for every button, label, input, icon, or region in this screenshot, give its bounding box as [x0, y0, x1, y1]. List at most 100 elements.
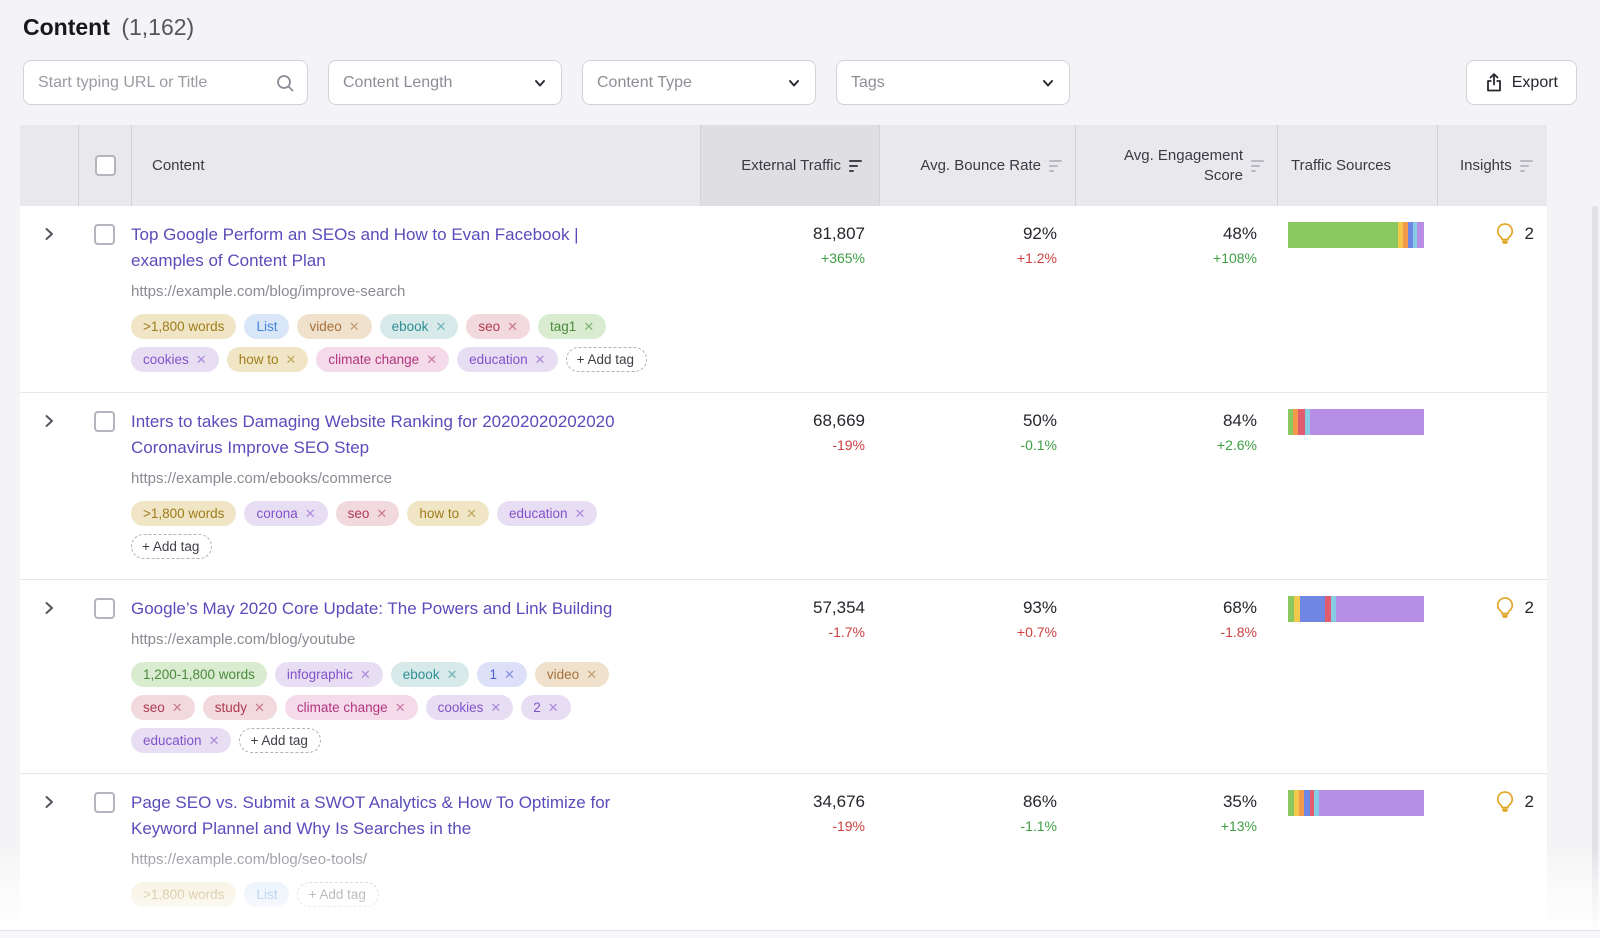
tag-remove-icon[interactable]: ✕ [172, 700, 183, 716]
row-checkbox[interactable] [94, 224, 115, 245]
expand-row-button[interactable] [41, 226, 57, 242]
header-engagement-score[interactable]: Avg. Engagement Score [1075, 125, 1277, 206]
expand-row-button[interactable] [41, 794, 57, 810]
expand-row-button[interactable] [41, 413, 57, 429]
engagement-score-change: +2.6% [1075, 433, 1257, 457]
tag-remove-icon[interactable]: ✕ [426, 352, 437, 368]
traffic-sources-cell [1277, 580, 1437, 773]
bounce-rate: 92%+1.2% [879, 206, 1075, 392]
content-title-link[interactable]: Page SEO vs. Submit a SWOT Analytics & H… [131, 790, 643, 842]
chevron-down-icon [1041, 76, 1055, 90]
content-title-link[interactable]: Inters to takes Damaging Website Ranking… [131, 409, 643, 461]
tag-remove-icon[interactable]: ✕ [586, 667, 597, 683]
tag-pill: video✕ [535, 662, 609, 687]
tag-label: ebook [392, 319, 429, 334]
add-tag-button[interactable]: + Add tag [239, 728, 320, 753]
tag-list: >1,800 wordsListvideo✕ebook✕seo✕tag1✕coo… [131, 314, 655, 372]
page-title: Content [23, 14, 110, 40]
tag-remove-icon[interactable]: ✕ [360, 667, 371, 683]
tag-remove-icon[interactable]: ✕ [504, 667, 515, 683]
content-cell: Top Google Perform an SEOs and How to Ev… [131, 206, 700, 392]
insight-count: 2 [1525, 596, 1534, 620]
tag-remove-icon[interactable]: ✕ [535, 352, 546, 368]
insights-cell[interactable]: 2 [1437, 580, 1547, 773]
tag-label: corona [256, 506, 297, 521]
traffic-source-segment-purple [1310, 409, 1424, 435]
tag-label: education [509, 506, 568, 521]
traffic-sources-cell [1277, 393, 1437, 579]
row-select-cell [78, 393, 131, 579]
engagement-score: 68%-1.8% [1075, 580, 1277, 773]
tag-pill: cookies ✕ [131, 347, 219, 372]
tag-label: education [469, 352, 528, 367]
tag-remove-icon[interactable]: ✕ [447, 667, 458, 683]
insights-cell[interactable]: 2 [1437, 206, 1547, 392]
content-length-dropdown[interactable]: Content Length [328, 60, 562, 105]
tag-label: climate change [328, 352, 419, 367]
select-all-checkbox[interactable] [95, 155, 116, 176]
bounce-rate-change: +1.2% [879, 246, 1057, 270]
export-button[interactable]: Export [1466, 60, 1577, 105]
tag-pill: >1,800 words [131, 314, 236, 339]
header-content: Content [131, 125, 700, 206]
content-type-dropdown[interactable]: Content Type [582, 60, 816, 105]
content-cell: Page SEO vs. Submit a SWOT Analytics & H… [131, 774, 700, 927]
tag-remove-icon[interactable]: ✕ [254, 700, 265, 716]
row-checkbox[interactable] [94, 598, 115, 619]
add-tag-button[interactable]: + Add tag [566, 347, 647, 372]
traffic-sources-bar [1288, 790, 1424, 816]
chevron-right-icon [41, 413, 57, 429]
tag-remove-icon[interactable]: ✕ [305, 506, 316, 522]
header-external-traffic[interactable]: External Traffic [700, 125, 879, 206]
add-tag-button[interactable]: + Add tag [297, 882, 378, 907]
external-traffic-change: +365% [700, 246, 865, 270]
content-title-link[interactable]: Google’s May 2020 Core Update: The Power… [131, 596, 643, 622]
external-traffic-change: -19% [700, 814, 865, 838]
insight-bulb [1494, 222, 1516, 251]
tag-remove-icon[interactable]: ✕ [507, 319, 518, 335]
tag-remove-icon[interactable]: ✕ [548, 700, 559, 716]
tag-pill: video ✕ [297, 314, 371, 339]
tag-remove-icon[interactable]: ✕ [349, 319, 360, 335]
row-select-cell [78, 206, 131, 392]
traffic-source-segment-purple [1417, 222, 1424, 248]
tag-remove-icon[interactable]: ✕ [490, 700, 501, 716]
tag-remove-icon[interactable]: ✕ [435, 319, 446, 335]
header-engagement-score-label: Avg. Engagement Score [1115, 146, 1243, 186]
insights-cell[interactable]: 2 [1437, 774, 1547, 927]
tag-remove-icon[interactable]: ✕ [285, 352, 296, 368]
tag-remove-icon[interactable]: ✕ [209, 733, 220, 749]
header-insights[interactable]: Insights [1437, 125, 1547, 206]
content-title-link[interactable]: Top Google Perform an SEOs and How to Ev… [131, 222, 643, 274]
bounce-rate-change: -0.1% [879, 433, 1057, 457]
sort-icon [1049, 160, 1062, 172]
tag-remove-icon[interactable]: ✕ [575, 506, 586, 522]
external-traffic-change: -1.7% [700, 620, 865, 644]
engagement-score-value: 35% [1075, 790, 1257, 814]
tag-remove-icon[interactable]: ✕ [196, 352, 207, 368]
external-traffic: 81,807+365% [700, 206, 879, 392]
engagement-score-change: +108% [1075, 246, 1257, 270]
search-input[interactable] [38, 74, 275, 92]
add-tag-button[interactable]: + Add tag [131, 534, 212, 559]
tag-label: List [256, 319, 277, 334]
tag-remove-icon[interactable]: ✕ [395, 700, 406, 716]
tag-label: cookies [143, 352, 189, 367]
tag-remove-icon[interactable]: ✕ [376, 506, 387, 522]
vertical-scrollbar[interactable] [1592, 206, 1598, 928]
row-checkbox[interactable] [94, 792, 115, 813]
tag-remove-icon[interactable]: ✕ [583, 319, 594, 335]
search-box[interactable] [23, 60, 308, 105]
tag-remove-icon[interactable]: ✕ [466, 506, 477, 522]
tags-dropdown[interactable]: Tags [836, 60, 1070, 105]
tag-pill: seo✕ [336, 501, 400, 526]
tags-label: Tags [851, 74, 885, 92]
table-row: Google’s May 2020 Core Update: The Power… [20, 580, 1547, 774]
tag-pill: >1,800 words [131, 501, 236, 526]
row-checkbox[interactable] [94, 411, 115, 432]
tag-pill: seo✕ [131, 695, 195, 720]
tag-label: >1,800 words [143, 887, 224, 902]
expand-row-button[interactable] [41, 600, 57, 616]
tag-label: video [309, 319, 341, 334]
header-bounce-rate[interactable]: Avg. Bounce Rate [879, 125, 1075, 206]
